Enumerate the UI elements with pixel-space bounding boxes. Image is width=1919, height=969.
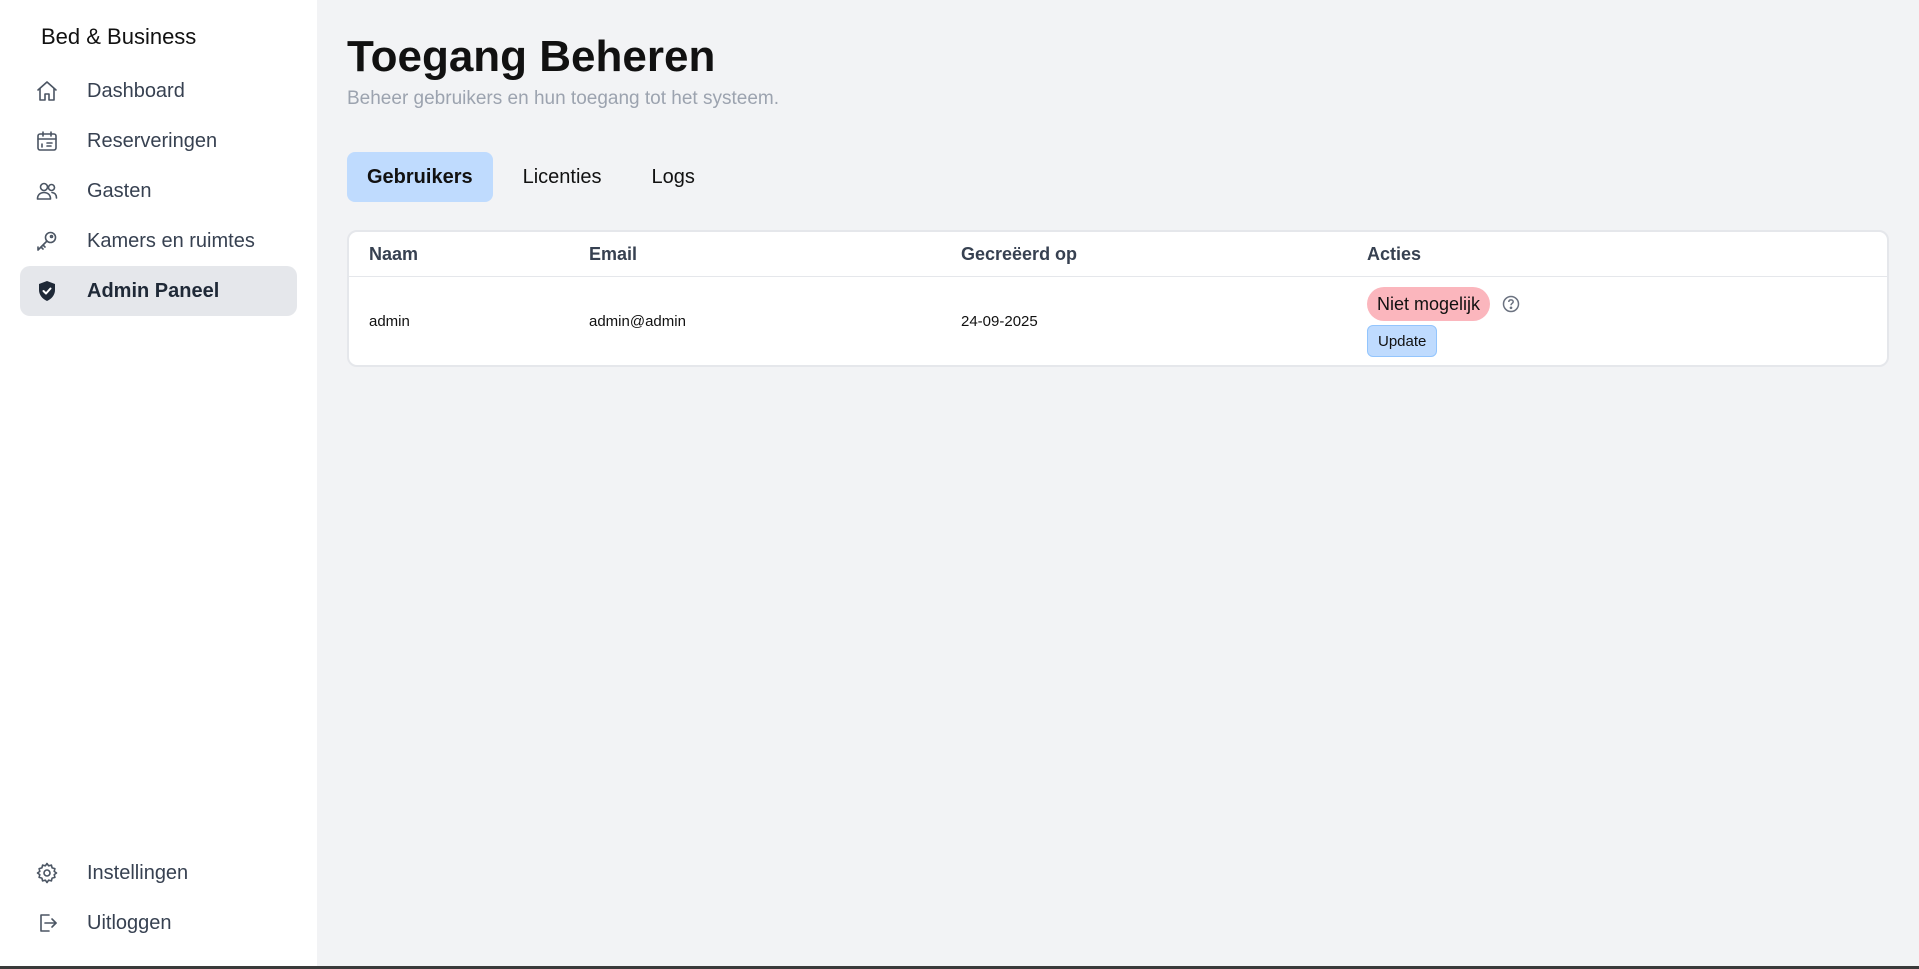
column-header-naam[interactable]: Naam — [349, 244, 589, 265]
sidebar-item-label: Dashboard — [87, 79, 185, 102]
home-icon — [35, 79, 59, 103]
table-row: admin admin@admin 24-09-2025 Niet mogeli… — [349, 277, 1887, 365]
sidebar-item-reserveringen[interactable]: Reserveringen — [20, 116, 297, 166]
sidebar: Bed & Business Dashboard Reserveringen G… — [0, 0, 317, 966]
logout-icon — [35, 911, 59, 935]
sidebar-item-admin-paneel[interactable]: Admin Paneel — [20, 266, 297, 316]
sidebar-item-label: Reserveringen — [87, 129, 218, 152]
sidebar-item-label: Uitloggen — [87, 911, 172, 934]
cell-acties: Niet mogelijk Update — [1367, 285, 1887, 357]
sidebar-top: Bed & Business Dashboard Reserveringen G… — [20, 20, 297, 316]
tab-gebruikers[interactable]: Gebruikers — [347, 152, 493, 202]
status-line: Niet mogelijk — [1367, 287, 1887, 321]
sidebar-item-uitloggen[interactable]: Uitloggen — [20, 898, 297, 948]
cell-created: 24-09-2025 — [961, 312, 1038, 330]
tab-licenties[interactable]: Licenties — [503, 152, 622, 202]
sidebar-item-instellingen[interactable]: Instellingen — [20, 848, 297, 898]
table-header: Naam Email Gecreëerd op Acties — [349, 232, 1887, 277]
cell-email: admin@admin — [589, 312, 686, 330]
page-subtitle: Beheer gebruikers en hun toegang tot het… — [347, 88, 779, 109]
tab-bar: Gebruikers Licenties Logs — [347, 152, 1889, 202]
sidebar-item-kamers[interactable]: Kamers en ruimtes — [20, 216, 297, 266]
main-content: Toegang Beheren Beheer gebruikers en hun… — [317, 0, 1919, 966]
column-header-acties: Acties — [1367, 243, 1422, 264]
users-table: Naam Email Gecreëerd op Acties admin adm… — [347, 230, 1889, 367]
help-circle-icon[interactable] — [1502, 295, 1520, 313]
sidebar-item-dashboard[interactable]: Dashboard — [20, 66, 297, 116]
update-button[interactable]: Update — [1367, 325, 1438, 357]
key-icon — [35, 229, 59, 253]
users-icon — [35, 179, 59, 203]
row-actions: Niet mogelijk Update — [1367, 285, 1887, 357]
shield-check-icon — [35, 279, 59, 303]
app-root: Bed & Business Dashboard Reserveringen G… — [0, 0, 1919, 966]
cell-naam: admin — [369, 312, 410, 330]
brand-title: Bed & Business — [41, 24, 197, 49]
calendar-icon — [35, 129, 59, 153]
sidebar-item-label: Instellingen — [87, 861, 189, 884]
sidebar-item-label: Gasten — [87, 179, 152, 202]
gear-icon — [35, 861, 59, 885]
sidebar-item-label: Kamers en ruimtes — [87, 229, 255, 252]
column-header-email[interactable]: Email — [589, 244, 961, 265]
status-badge: Niet mogelijk — [1367, 287, 1491, 321]
column-header-created[interactable]: Gecreëerd op — [961, 244, 1367, 265]
sidebar-bottom: Instellingen Uitloggen — [20, 848, 297, 948]
tab-logs[interactable]: Logs — [632, 152, 715, 202]
sidebar-item-gasten[interactable]: Gasten — [20, 166, 297, 216]
page-title: Toegang Beheren — [347, 32, 716, 81]
sidebar-item-label: Admin Paneel — [87, 279, 220, 302]
